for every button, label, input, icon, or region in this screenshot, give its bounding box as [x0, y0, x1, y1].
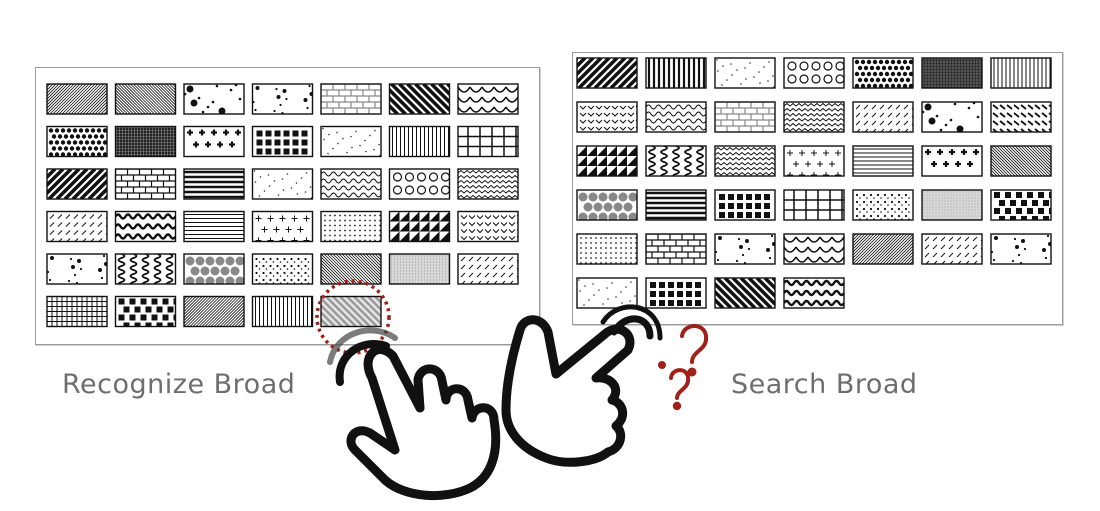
- right-pattern-swatch[interactable]: [921, 57, 983, 89]
- right-pattern-swatch[interactable]: [921, 189, 983, 221]
- left-pattern-swatch[interactable]: [388, 210, 451, 243]
- right-pattern-swatch[interactable]: [921, 233, 985, 265]
- right-pattern-swatch[interactable]: [645, 233, 707, 265]
- left-pattern-swatch[interactable]: [114, 253, 177, 286]
- left-pattern-swatch[interactable]: [320, 168, 382, 200]
- tap-arc-icon: [335, 340, 390, 386]
- recognize-broad-caption: Recognize Broad: [62, 369, 296, 400]
- left-pattern-swatch[interactable]: [46, 125, 108, 158]
- left-pattern-swatch[interactable]: [183, 168, 245, 200]
- right-pattern-swatch[interactable]: [576, 233, 638, 265]
- left-pattern-swatch[interactable]: [183, 253, 245, 286]
- right-pattern-swatch[interactable]: [576, 189, 638, 222]
- left-pattern-swatch[interactable]: [46, 253, 108, 285]
- right-pattern-swatch[interactable]: [852, 189, 914, 221]
- right-pattern-swatch[interactable]: [645, 277, 707, 309]
- left-pattern-swatch[interactable]: [251, 295, 314, 328]
- right-pattern-swatch[interactable]: [714, 101, 776, 133]
- right-pattern-swatch[interactable]: [921, 101, 983, 133]
- right-pattern-swatch[interactable]: [990, 189, 1055, 222]
- right-pattern-swatch[interactable]: [576, 277, 638, 310]
- right-pattern-swatch[interactable]: [990, 101, 1054, 133]
- right-pattern-swatch[interactable]: [852, 145, 914, 177]
- right-pattern-swatch[interactable]: [783, 145, 845, 178]
- left-pattern-swatch[interactable]: [251, 83, 314, 115]
- right-pattern-swatch[interactable]: [714, 145, 776, 177]
- right-pattern-swatch[interactable]: [852, 101, 916, 133]
- left-pattern-swatch[interactable]: [457, 125, 519, 158]
- search-pattern-sheet: [572, 52, 1063, 325]
- left-pattern-swatch[interactable]: [114, 168, 177, 200]
- right-pattern-swatch[interactable]: [645, 101, 707, 133]
- right-pattern-swatch[interactable]: [990, 233, 1052, 265]
- right-pattern-swatch[interactable]: [852, 57, 914, 89]
- search-broad-caption: Search Broad: [731, 369, 918, 400]
- left-pattern-swatch[interactable]: [46, 210, 110, 243]
- right-pattern-swatch[interactable]: [783, 57, 845, 89]
- hand-pointing-icon: [346, 345, 501, 501]
- left-pattern-swatch[interactable]: [457, 83, 519, 115]
- left-pattern-swatch[interactable]: [320, 83, 382, 115]
- right-pattern-swatch[interactable]: [921, 145, 983, 177]
- left-pattern-swatch[interactable]: [183, 83, 245, 115]
- right-pattern-swatch[interactable]: [990, 57, 1052, 89]
- left-pattern-swatch[interactable]: [183, 210, 245, 243]
- right-pattern-swatch[interactable]: [645, 57, 707, 89]
- left-pattern-swatch[interactable]: [114, 125, 177, 158]
- left-pattern-swatch[interactable]: [388, 125, 451, 158]
- right-pattern-swatch[interactable]: [645, 189, 707, 221]
- right-pattern-swatch[interactable]: [645, 145, 707, 178]
- left-pattern-swatch[interactable]: [457, 253, 521, 285]
- left-pattern-swatch[interactable]: [251, 168, 314, 201]
- right-pattern-swatch[interactable]: [576, 145, 638, 177]
- left-pattern-swatch[interactable]: [251, 210, 314, 244]
- left-pattern-swatch[interactable]: [114, 210, 177, 243]
- left-pattern-swatch[interactable]: [183, 125, 245, 158]
- right-pattern-swatch[interactable]: [783, 101, 845, 133]
- left-pattern-swatch[interactable]: [251, 253, 314, 285]
- right-pattern-swatch[interactable]: [714, 189, 776, 221]
- left-pattern-swatch[interactable]: [388, 168, 451, 200]
- right-pattern-swatch[interactable]: [783, 277, 845, 309]
- recognize-pattern-sheet: [35, 67, 540, 345]
- left-pattern-swatch[interactable]: [320, 125, 382, 159]
- question-mark-icon: [658, 324, 709, 411]
- left-pattern-swatch[interactable]: [388, 253, 451, 285]
- right-pattern-swatch[interactable]: [576, 101, 642, 133]
- left-pattern-swatch[interactable]: [251, 125, 314, 158]
- left-pattern-swatch[interactable]: [114, 295, 180, 329]
- left-pattern-swatch[interactable]: [46, 295, 108, 328]
- left-pattern-swatch[interactable]: [457, 210, 523, 243]
- left-pattern-swatch[interactable]: [457, 168, 519, 200]
- right-pattern-swatch[interactable]: [783, 189, 845, 221]
- left-pattern-swatch[interactable]: [291, 295, 440, 328]
- left-pattern-swatch[interactable]: [320, 210, 382, 243]
- right-pattern-swatch[interactable]: [714, 233, 776, 265]
- right-pattern-swatch[interactable]: [714, 57, 776, 90]
- right-pattern-swatch[interactable]: [783, 233, 845, 265]
